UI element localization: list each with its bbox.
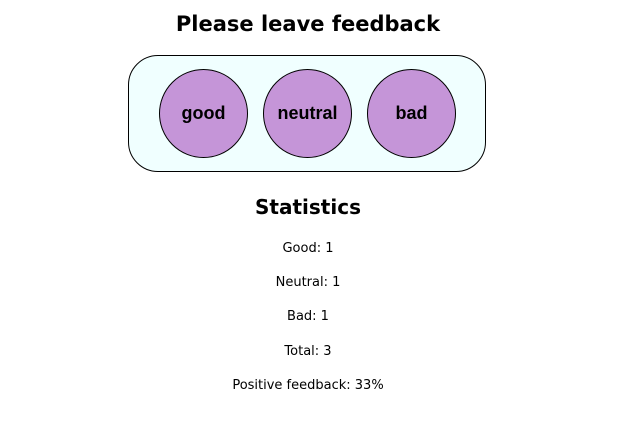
stat-bad: Bad: 1: [287, 309, 329, 324]
feedback-heading: Please leave feedback: [175, 12, 441, 36]
statistics-heading: Statistics: [255, 195, 361, 219]
stat-positive-feedback: Positive feedback: 33%: [232, 378, 384, 393]
feedback-page: Please leave feedback good neutral bad S…: [0, 0, 622, 430]
stat-neutral: Neutral: 1: [275, 275, 341, 290]
stat-good: Good: 1: [282, 241, 334, 256]
stat-total: Total: 3: [284, 344, 332, 359]
good-button[interactable]: good: [159, 69, 248, 158]
neutral-button[interactable]: neutral: [263, 69, 352, 158]
bad-button[interactable]: bad: [367, 69, 456, 158]
